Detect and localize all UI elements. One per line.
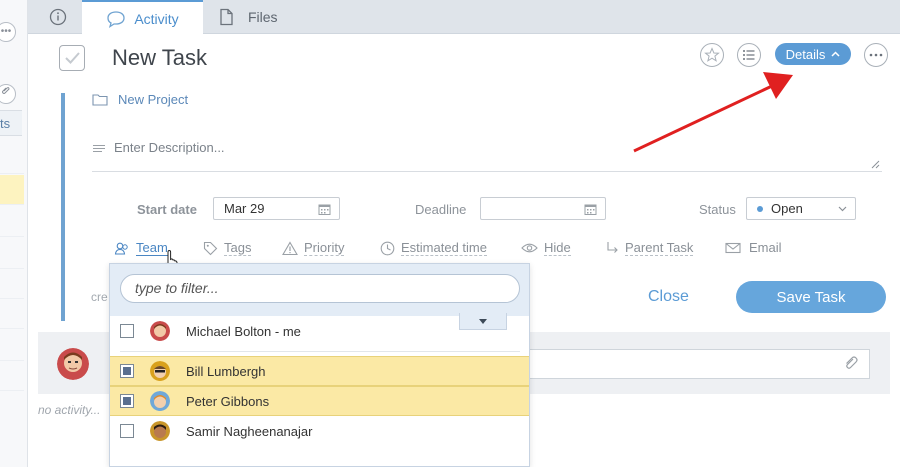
project-link[interactable]: New Project xyxy=(92,92,188,107)
priority-option[interactable]: Priority xyxy=(282,240,345,256)
member-checkbox[interactable] xyxy=(120,424,134,438)
calendar-icon xyxy=(584,204,597,215)
tag-icon xyxy=(203,241,218,255)
details-label: Details xyxy=(785,46,826,62)
list-row[interactable] xyxy=(0,269,24,299)
list-row[interactable] xyxy=(0,299,24,329)
more-options-button[interactable] xyxy=(864,43,888,67)
email-label: Email xyxy=(749,240,782,255)
tab-files[interactable]: Files xyxy=(218,0,308,34)
status-dot xyxy=(757,205,763,212)
tab-bar: Activity Files xyxy=(28,0,900,35)
task-accent-bar xyxy=(61,93,65,321)
member-name: Peter Gibbons xyxy=(186,393,270,409)
attach-icon[interactable] xyxy=(0,84,16,104)
hide-option[interactable]: Hide xyxy=(521,240,571,256)
team-dropdown: type to filter... Michael Bolton - me Bi… xyxy=(109,263,530,467)
tab-activity[interactable]: Activity xyxy=(82,0,203,35)
list-row-selected[interactable] xyxy=(0,175,24,205)
list-row[interactable] xyxy=(0,361,24,391)
parent-task-option[interactable]: Parent Task xyxy=(606,240,694,256)
start-date-label: Start date xyxy=(137,202,197,217)
deadline-input[interactable] xyxy=(480,197,606,220)
text-lines-icon xyxy=(93,145,105,152)
info-icon xyxy=(49,8,67,26)
team-member-item[interactable]: Peter Gibbons xyxy=(110,386,529,416)
team-member-item[interactable]: Bill Lumbergh xyxy=(110,356,529,386)
close-button[interactable]: Close xyxy=(648,288,689,306)
team-dropdown-header: type to filter... xyxy=(110,264,529,316)
tags-option[interactable]: Tags xyxy=(203,240,252,256)
team-icon xyxy=(114,242,128,255)
folder-icon xyxy=(92,94,108,106)
project-name: New Project xyxy=(118,92,189,107)
eye-icon xyxy=(521,243,538,253)
task-complete-checkbox[interactable] xyxy=(59,45,85,71)
team-member-item[interactable]: Michael Bolton - me xyxy=(110,316,529,346)
resize-grip-icon[interactable] xyxy=(871,160,880,169)
status-label: Status xyxy=(699,202,736,217)
left-partial-label[interactable]: ts xyxy=(0,110,22,136)
tab-info[interactable] xyxy=(38,0,78,34)
status-value: Open xyxy=(771,201,803,216)
chevron-down-icon xyxy=(838,206,847,212)
member-avatar xyxy=(150,421,170,441)
tab-files-label: Files xyxy=(248,9,278,25)
member-name: Bill Lumbergh xyxy=(186,363,266,379)
file-icon xyxy=(220,8,233,26)
team-filter-input[interactable]: type to filter... xyxy=(120,274,520,303)
list-row[interactable] xyxy=(0,329,24,361)
list-row[interactable] xyxy=(0,150,24,174)
email-option[interactable]: Email xyxy=(725,240,782,255)
hide-label: Hide xyxy=(544,240,571,256)
member-name: Samir Nagheenanajar xyxy=(186,423,313,439)
member-avatar xyxy=(150,321,170,341)
task-title[interactable]: New Task xyxy=(112,45,207,71)
description-field[interactable]: Enter Description... xyxy=(92,140,882,172)
deadline-label: Deadline xyxy=(415,202,467,217)
clock-icon xyxy=(380,241,395,255)
envelope-icon xyxy=(725,242,741,253)
list-icon xyxy=(743,50,755,60)
priority-label: Priority xyxy=(304,240,345,256)
calendar-icon xyxy=(318,204,331,215)
description-placeholder: Enter Description... xyxy=(114,140,225,155)
status-select[interactable]: Open xyxy=(746,197,856,220)
save-task-button[interactable]: Save Task xyxy=(736,281,886,313)
start-date-input[interactable]: Mar 29 xyxy=(213,197,340,220)
list-row[interactable] xyxy=(0,237,24,269)
subtask-arrow-icon xyxy=(607,242,618,253)
more-icon[interactable]: ••• xyxy=(0,22,16,42)
member-avatar xyxy=(150,391,170,411)
parent-task-label: Parent Task xyxy=(625,240,694,256)
created-info-partial: cre xyxy=(91,290,108,304)
member-name: Michael Bolton - me xyxy=(186,323,301,339)
paperclip-icon[interactable] xyxy=(843,356,859,372)
chevron-up-icon xyxy=(831,51,840,57)
member-checkbox[interactable] xyxy=(120,364,134,378)
tags-label: Tags xyxy=(224,240,252,256)
no-activity-text: no activity... xyxy=(38,403,101,417)
member-avatar xyxy=(150,361,170,381)
warning-icon xyxy=(282,240,298,255)
start-date-value: Mar 29 xyxy=(224,201,265,216)
ellipsis-icon xyxy=(869,53,883,57)
speech-bubble-icon xyxy=(107,10,125,28)
star-icon xyxy=(704,47,720,62)
member-checkbox[interactable] xyxy=(120,324,134,338)
estimated-time-label: Estimated time xyxy=(401,240,487,256)
left-panel-strip: ••• ts xyxy=(0,0,28,467)
list-row[interactable] xyxy=(0,205,24,237)
team-member-item[interactable]: Samir Nagheenanajar xyxy=(110,416,529,446)
avatar xyxy=(57,348,89,380)
team-option[interactable]: Team xyxy=(114,240,168,256)
tab-activity-label: Activity xyxy=(134,10,179,27)
comment-input[interactable] xyxy=(528,349,870,379)
divider xyxy=(120,351,520,352)
estimated-time-option[interactable]: Estimated time xyxy=(380,240,487,256)
member-checkbox[interactable] xyxy=(120,394,134,408)
check-icon xyxy=(65,52,80,64)
